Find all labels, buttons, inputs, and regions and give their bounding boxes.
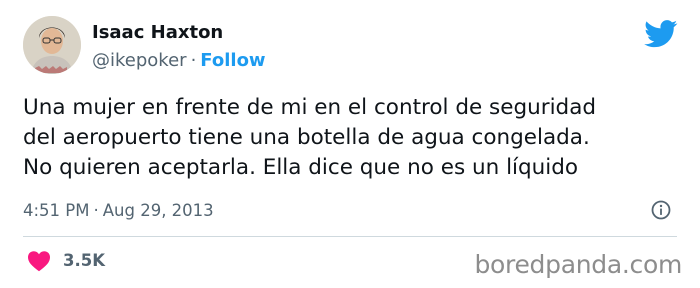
tweet-line: del aeropuerto tiene una botella de agua… <box>23 125 590 150</box>
tweet-text: Una mujer en frente de mi en el control … <box>23 93 693 183</box>
timestamp-separator: · <box>93 201 99 220</box>
like-count[interactable]: 3.5K <box>63 251 105 270</box>
author-name[interactable]: Isaac Haxton <box>92 22 223 43</box>
author-handle[interactable]: @ikepoker <box>92 50 187 71</box>
tweet-line: No quieren aceptarla. Ella dice que no e… <box>23 155 579 180</box>
twitter-bird-icon[interactable] <box>644 20 678 48</box>
watermark: boredpanda.com <box>474 250 682 279</box>
tweet-date: Aug 29, 2013 <box>102 201 214 220</box>
avatar[interactable] <box>23 16 81 74</box>
info-icon[interactable] <box>651 200 671 220</box>
avatar-photo <box>23 16 81 74</box>
tweet-time: 4:51 PM <box>23 201 90 220</box>
tweet-line: Una mujer en frente de mi en el control … <box>23 95 597 120</box>
divider <box>23 236 677 237</box>
author-handle-row: @ikepoker · Follow <box>92 50 266 71</box>
follow-button[interactable]: Follow <box>200 50 265 71</box>
tweet-timestamp[interactable]: 4:51 PM · Aug 29, 2013 <box>23 201 214 220</box>
handle-separator: · <box>190 50 197 71</box>
heart-icon[interactable] <box>27 250 51 272</box>
